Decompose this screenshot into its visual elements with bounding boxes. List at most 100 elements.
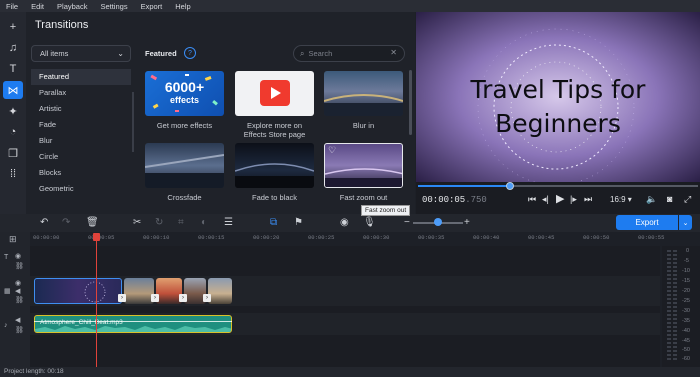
menu-bar: File Edit Playback Settings Export Help: [0, 0, 700, 12]
play-icon: [260, 80, 290, 106]
tile-get-more-effects[interactable]: 6000+ effects Get more effects: [145, 71, 224, 130]
search-box[interactable]: ⌕ ✕: [293, 45, 405, 62]
playback-handle[interactable]: [506, 182, 515, 190]
color-adjust-icon[interactable]: ◐: [201, 217, 207, 228]
tile-crossfade[interactable]: Crossfade: [145, 143, 224, 202]
audio-clip[interactable]: Atmosphere_Chill_Beat.mp3: [34, 315, 232, 333]
menu-settings[interactable]: Settings: [100, 2, 127, 11]
transition-icon[interactable]: ›: [203, 294, 211, 302]
preview-title-line1: Travel Tips for: [470, 75, 646, 104]
next-frame-icon[interactable]: |▸: [570, 194, 577, 205]
category-scrollbar[interactable]: [132, 92, 134, 152]
cut-icon[interactable]: ✂: [133, 217, 141, 228]
category-dropdown[interactable]: All items ⌄: [31, 45, 131, 62]
db-label: -5: [684, 258, 689, 264]
video-clip-main[interactable]: [34, 278, 122, 304]
tile-effects-store[interactable]: Explore more on Effects Store page: [235, 71, 314, 139]
video-clip[interactable]: [208, 278, 232, 304]
tile-fade-to-black[interactable]: Fade to black: [235, 143, 314, 202]
track-controls: ⊞ T ◉ ⛓ ▦ ◉ ◀ ⛓ ♪ ◀ ⛓: [0, 232, 30, 367]
marker-icon[interactable]: ⚑: [294, 217, 303, 228]
zoom-in-icon[interactable]: +: [464, 217, 470, 228]
transition-icon[interactable]: ›: [118, 294, 126, 302]
snap-icon[interactable]: ⧉: [270, 217, 277, 228]
category-blocks[interactable]: Blocks: [31, 165, 131, 181]
transitions-icon[interactable]: ⋈: [3, 81, 23, 99]
link-icon[interactable]: ⛓: [15, 326, 24, 334]
playback-bar: 00:00:05.750 ⏮ ◂| ▶ |▸ ⏭ 16:9 ▾ 🔈 ◙ ⤢: [416, 182, 700, 214]
db-label: -40: [682, 328, 690, 334]
microphone-icon[interactable]: 🎙: [363, 217, 376, 228]
tile-label: Explore more on Effects Store page: [243, 121, 306, 139]
transitions-panel: Transitions All items ⌄ Featured Paralla…: [26, 12, 415, 214]
transition-icon[interactable]: ›: [179, 294, 187, 302]
audio-volume-line[interactable]: [34, 321, 232, 322]
aspect-ratio-select[interactable]: 16:9 ▾: [610, 195, 632, 204]
snapshot-icon[interactable]: ◙: [667, 194, 672, 204]
db-label: -50: [682, 347, 690, 353]
category-circle[interactable]: Circle: [31, 149, 131, 165]
volume-icon[interactable]: 🔈: [646, 194, 657, 205]
export-button[interactable]: Export: [616, 215, 678, 230]
tile-fast-zoom-out[interactable]: ♡ Fast zoom out: [324, 143, 403, 202]
export-dropdown-icon[interactable]: ⌄: [679, 215, 692, 230]
category-blur[interactable]: Blur: [31, 133, 131, 149]
tiles-scrollbar[interactable]: [409, 70, 412, 135]
link-icon[interactable]: ⛓: [15, 296, 24, 304]
link-icon[interactable]: ⛓: [15, 262, 24, 270]
playhead-handle[interactable]: [93, 233, 100, 241]
redo-icon[interactable]: ↷: [62, 217, 70, 228]
category-parallax[interactable]: Parallax: [31, 85, 131, 101]
eye-icon[interactable]: ◉: [15, 252, 21, 260]
prev-frame-icon[interactable]: ◂|: [542, 194, 549, 205]
clear-icon[interactable]: ✕: [390, 48, 397, 57]
clip-properties-icon[interactable]: ☰: [224, 217, 233, 228]
volume-icon[interactable]: ◀: [15, 287, 20, 295]
tile-blur-in[interactable]: Blur in: [324, 71, 403, 130]
rotate-icon[interactable]: ↻: [155, 217, 163, 228]
more-tools-icon[interactable]: ⁞⁞: [3, 165, 23, 183]
timeline-toolbar: ↶ ↷ 🗑 ✂ ↻ ⌗ ◐ ☰ ⧉ ⚑ ◉ 🎙 − + Export ⌄: [0, 214, 700, 232]
meter-bar-left: [667, 250, 671, 362]
menu-file[interactable]: File: [6, 2, 18, 11]
playback-progress: [418, 185, 511, 187]
skip-start-icon[interactable]: ⏮: [528, 194, 536, 205]
ruler-tick: 00:00:45: [528, 234, 555, 241]
zoom-out-icon[interactable]: −: [404, 217, 410, 228]
db-label: -15: [682, 278, 690, 284]
menu-help[interactable]: Help: [175, 2, 190, 11]
panel-title: Transitions: [35, 19, 89, 31]
menu-export[interactable]: Export: [141, 2, 163, 11]
category-featured[interactable]: Featured: [31, 69, 131, 85]
playhead[interactable]: [96, 236, 97, 367]
video-clip[interactable]: [124, 278, 154, 304]
category-fade[interactable]: Fade: [31, 117, 131, 133]
add-track-icon[interactable]: ⊞: [9, 234, 17, 245]
music-icon[interactable]: ♫: [3, 39, 23, 57]
zoom-handle[interactable]: [434, 218, 442, 226]
magic-wand-icon[interactable]: ✦: [3, 102, 23, 120]
search-input[interactable]: [308, 49, 389, 58]
play-icon[interactable]: ▶: [556, 192, 564, 205]
timeline-ruler[interactable]: 00:00:00 00:00:05 00:00:10 00:00:15 00:0…: [30, 232, 664, 246]
delete-icon[interactable]: 🗑: [86, 217, 99, 228]
eye-icon[interactable]: ◉: [15, 279, 21, 287]
webcam-icon[interactable]: ◉: [340, 217, 349, 228]
titles-icon[interactable]: T: [3, 60, 23, 78]
clock-icon[interactable]: ◔: [3, 123, 23, 141]
timeline-area[interactable]: [30, 246, 660, 367]
category-artistic[interactable]: Artistic: [31, 101, 131, 117]
skip-end-icon[interactable]: ⏭: [584, 194, 592, 205]
add-media-icon[interactable]: +: [3, 18, 23, 36]
transition-icon[interactable]: ›: [151, 294, 159, 302]
stickers-icon[interactable]: ❐: [3, 144, 23, 162]
menu-playback[interactable]: Playback: [57, 2, 87, 11]
undo-icon[interactable]: ↶: [40, 217, 48, 228]
crop-icon[interactable]: ⌗: [178, 217, 184, 228]
tile-label: Blur in: [352, 121, 375, 130]
help-icon[interactable]: ?: [184, 47, 196, 59]
volume-icon[interactable]: ◀: [15, 316, 20, 324]
fullscreen-icon[interactable]: ⤢: [684, 194, 691, 205]
menu-edit[interactable]: Edit: [31, 2, 44, 11]
category-geometric[interactable]: Geometric: [31, 181, 131, 197]
